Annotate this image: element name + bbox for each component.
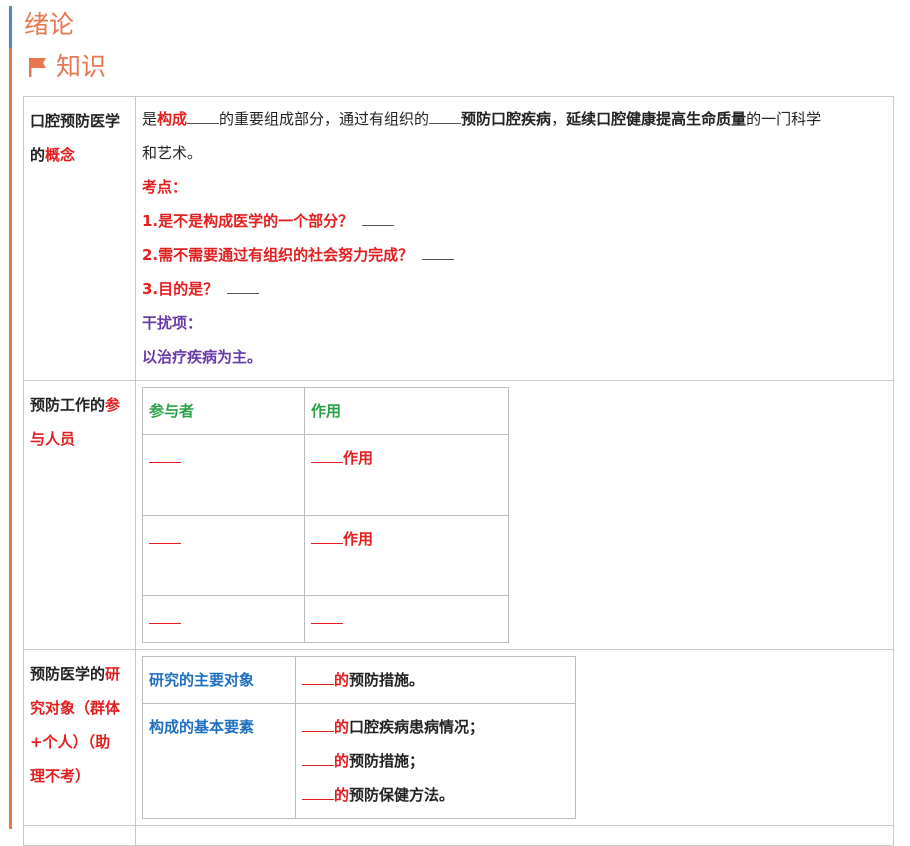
fill-blank[interactable] [429,103,462,124]
participants-table: 参与者 作用 作用 作用 [142,387,509,643]
row-label: 预防工作的参 与人员 [23,380,136,650]
knowledge-table: 口腔预防医学 的概念 是构成 的重要组成部分，通过有组织的 预防口腔疾病，延续口腔健… [23,96,894,846]
row-label: 预防医学的研 究对象（群体 +个人）（助 理不考） [23,649,136,826]
definition-line-1: 是构成 的重要组成部分，通过有组织的 预防口腔疾病，延续口腔健康提高生命质量的一门科… [142,102,887,136]
fill-blank[interactable] [302,779,334,800]
fill-blank[interactable] [422,239,455,260]
row-content: 是构成 的重要组成部分，通过有组织的 预防口腔疾病，延续口腔健康提高生命质量的一门科… [135,96,894,381]
participant-cell [142,515,305,596]
fill-blank[interactable] [311,603,343,624]
question-2: 2.需不需要通过有组织的社会努力完成？ [142,238,887,272]
distractor-label: 干扰项： [142,314,203,332]
question-1: 1.是不是构成医学的一个部分？ [142,204,887,238]
basic-elements-cell: 的口腔疾病患病情况； 的预防措施； 的预防保健方法。 [295,703,576,819]
section-heading-label: 知识 [56,52,107,81]
table-row: 口腔预防医学 的概念 是构成 的重要组成部分，通过有组织的 预防口腔疾病，延续口腔健… [23,96,894,381]
kaodian-label: 考点： [142,178,188,196]
role-cell: 作用 [304,434,509,516]
fill-blank[interactable] [187,103,220,124]
flag-icon [29,58,46,77]
accent-bar-blue [9,6,12,48]
fill-blank[interactable] [227,273,260,294]
fill-blank[interactable] [149,603,181,624]
row-header-main-object: 研究的主要对象 [142,656,296,704]
row-header-basic-elements: 构成的基本要素 [142,703,296,819]
research-object-table: 研究的主要对象 的预防措施。 构成的基本要素 的口腔疾病患病情况； 的预防措施；… [142,656,576,819]
table-row: 预防工作的参 与人员 参与者 作用 作用 作用 [23,380,894,650]
table-row: 参与者 作用 [142,387,509,435]
row-content: 研究的主要对象 的预防措施。 构成的基本要素 的口腔疾病患病情况； 的预防措施；… [135,649,894,826]
fill-blank[interactable] [311,442,343,463]
fill-blank[interactable] [149,442,181,463]
participant-cell [142,595,305,643]
fill-blank[interactable] [302,711,334,732]
column-header-role: 作用 [304,387,509,435]
fill-blank[interactable] [149,523,181,544]
table-row [142,595,509,643]
column-header-participant: 参与者 [142,387,305,435]
fill-blank[interactable] [311,523,343,544]
table-row: 研究的主要对象 的预防措施。 [142,656,576,704]
question-3: 3.目的是？ [142,272,887,306]
accent-bar-orange [9,48,12,829]
row-content: 参与者 作用 作用 作用 [135,380,894,650]
table-row: 预防医学的研 究对象（群体 +个人）（助 理不考） 研究的主要对象 的预防措施。… [23,649,894,826]
definition-line-2: 和艺术。 [142,144,203,162]
distractor-text: 以治疗疾病为主。 [142,348,263,366]
row-label: 口腔预防医学 的概念 [23,96,136,381]
main-object-cell: 的预防措施。 [295,656,576,704]
participant-cell [142,434,305,516]
role-cell: 作用 [304,515,509,596]
table-row: 作用 [142,515,509,596]
role-cell [304,595,509,643]
table-row: 作用 [142,434,509,516]
table-row: 构成的基本要素 的口腔疾病患病情况； 的预防措施； 的预防保健方法。 [142,703,576,819]
section-heading: 知识 [28,50,106,84]
fill-blank[interactable] [362,205,395,226]
fill-blank[interactable] [302,745,334,766]
fill-blank[interactable] [302,664,334,685]
page-title: 绪论 [24,10,75,39]
